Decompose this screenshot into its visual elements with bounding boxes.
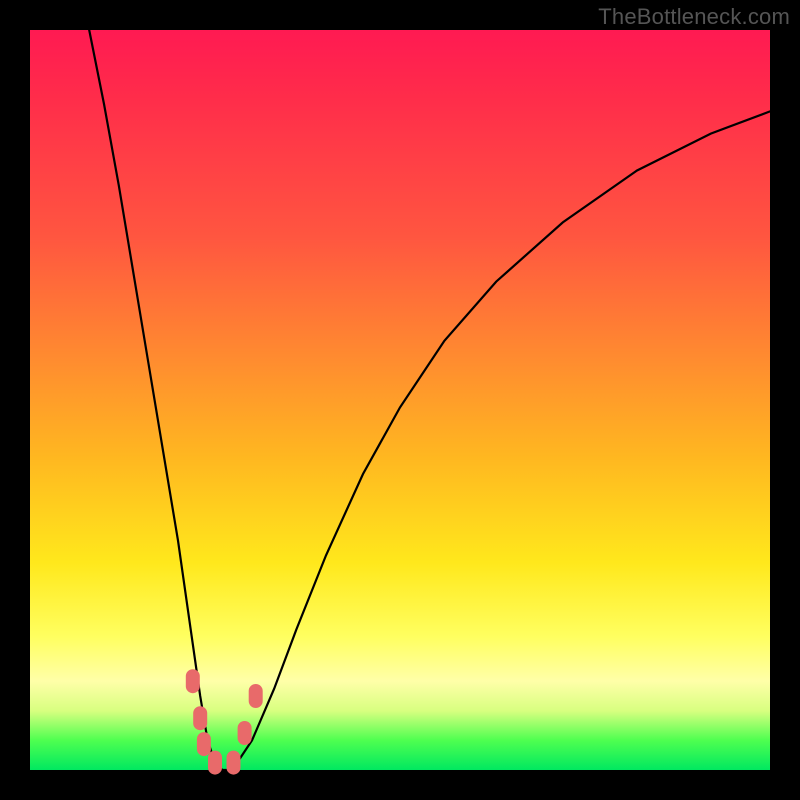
curve-marker <box>238 721 252 745</box>
curve-layer <box>30 30 770 770</box>
watermark-text: TheBottleneck.com <box>598 4 790 30</box>
curve-marker <box>227 751 241 775</box>
curve-marker <box>193 706 207 730</box>
marker-group <box>186 669 263 774</box>
curve-marker <box>186 669 200 693</box>
curve-marker <box>208 751 222 775</box>
plot-area <box>30 30 770 770</box>
curve-marker <box>197 732 211 756</box>
chart-frame: TheBottleneck.com <box>0 0 800 800</box>
curve-marker <box>249 684 263 708</box>
bottleneck-curve-path <box>89 30 770 770</box>
